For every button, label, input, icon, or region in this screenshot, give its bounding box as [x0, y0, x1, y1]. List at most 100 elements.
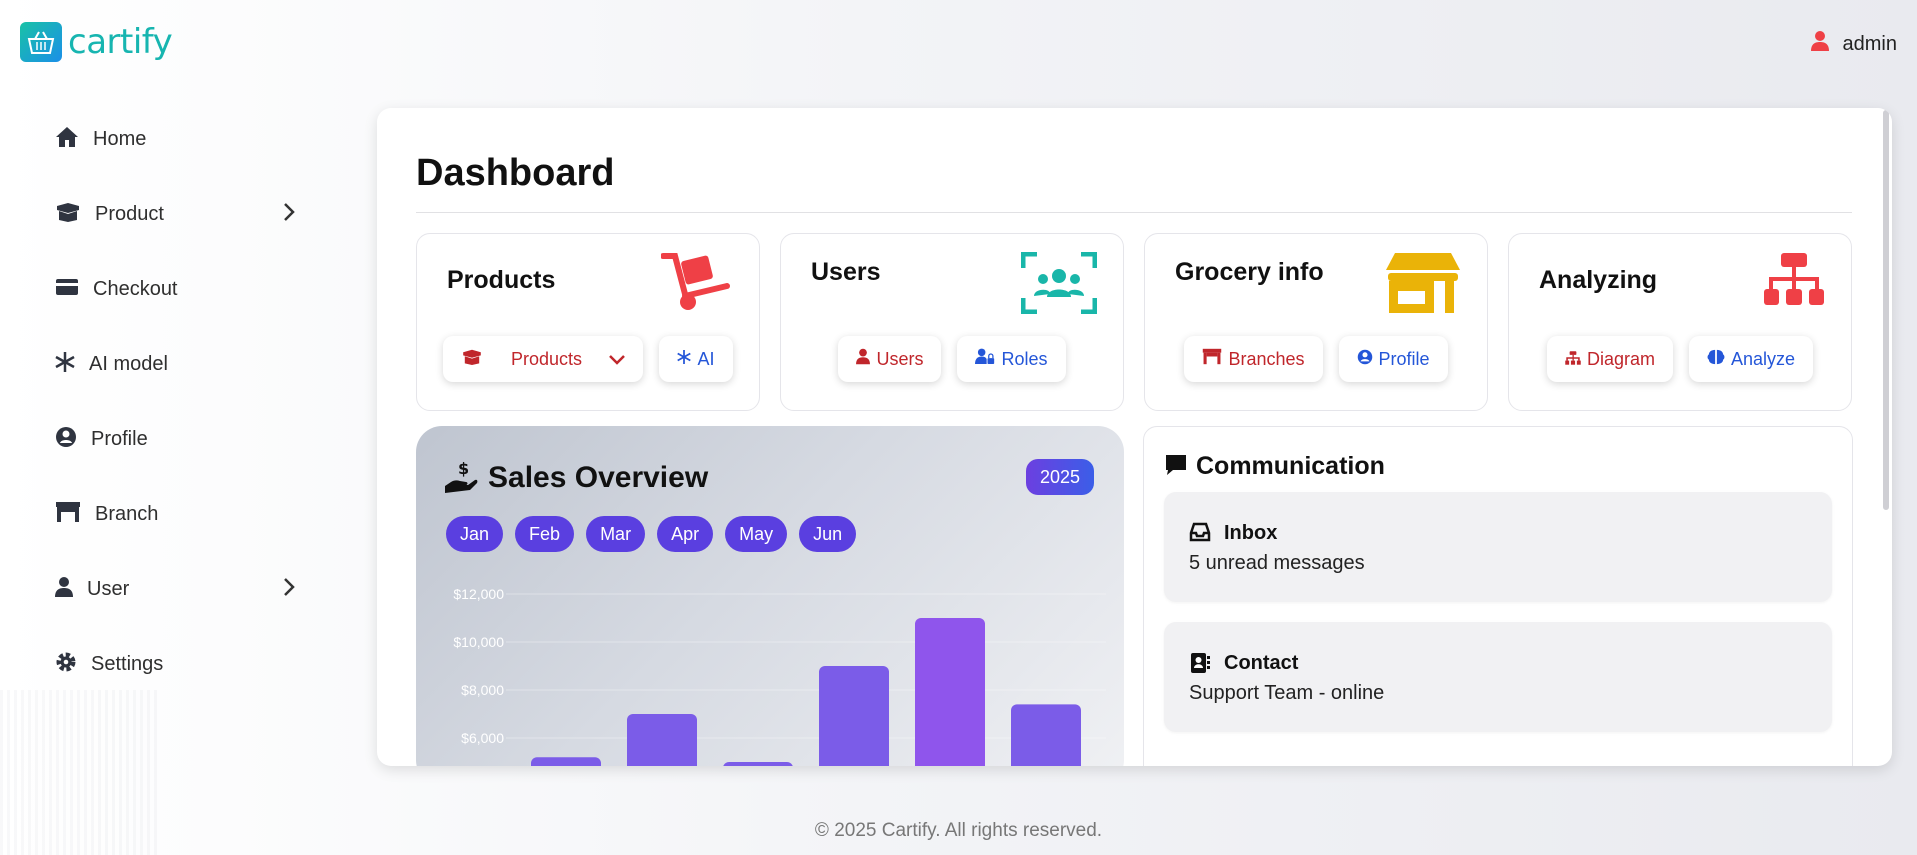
- card-title: Inbox: [1224, 522, 1278, 544]
- sidebar-item-label: Settings: [91, 653, 164, 675]
- chevron-right-icon[interactable]: [283, 202, 295, 228]
- box-icon: [461, 349, 483, 370]
- analyze-button[interactable]: Analyze: [1688, 336, 1814, 382]
- button-label: Users: [876, 348, 924, 369]
- home-icon: [55, 126, 79, 154]
- user-circle-icon: [1357, 349, 1373, 370]
- chart-bar[interactable]: [915, 618, 985, 766]
- communication-title: Communication: [1196, 452, 1385, 480]
- page-title: Dashboard: [416, 152, 615, 194]
- sidebar-item-label: Branch: [95, 503, 159, 525]
- products-tile: Products Products AI: [416, 233, 760, 411]
- svg-text:$: $: [458, 460, 469, 478]
- y-tick-label: $6,000: [461, 730, 504, 746]
- tile-title: Products: [447, 266, 556, 294]
- communication-panel: Communication Inbox 5 unread messages Co…: [1143, 426, 1853, 766]
- user-lock-icon: [975, 348, 995, 370]
- products-dropdown-button[interactable]: Products: [443, 336, 644, 382]
- ai-button[interactable]: AI: [659, 336, 733, 382]
- sidebar-item-home[interactable]: Home: [55, 102, 305, 177]
- snowflake-icon: [55, 351, 75, 379]
- button-label: Roles: [1001, 348, 1048, 369]
- month-chip[interactable]: Jan: [446, 516, 504, 552]
- chevron-down-icon: [609, 349, 626, 370]
- comment-icon: [1164, 453, 1188, 482]
- month-chip[interactable]: Apr: [657, 516, 714, 552]
- user-circle-icon: [55, 426, 77, 454]
- user-menu[interactable]: admin: [1810, 30, 1897, 58]
- shop-icon: [1385, 252, 1461, 319]
- contact-card[interactable]: Contact Support Team - online: [1164, 622, 1832, 732]
- month-chip[interactable]: Jun: [799, 516, 857, 552]
- sidebar-item-user[interactable]: User: [55, 552, 305, 627]
- app-logo[interactable]: cartify: [20, 22, 173, 62]
- month-chip[interactable]: May: [725, 516, 788, 552]
- y-tick-label: $10,000: [453, 634, 504, 650]
- sidebar-item-profile[interactable]: Profile: [55, 402, 305, 477]
- button-label: Profile: [1378, 348, 1430, 369]
- sidebar-item-settings[interactable]: Settings: [55, 627, 305, 702]
- divider: [416, 212, 1852, 213]
- user-icon: [1810, 30, 1829, 58]
- hand-truck-icon: [660, 252, 733, 319]
- address-book-icon: [1189, 652, 1211, 679]
- card-title: Contact: [1224, 652, 1299, 674]
- sales-bar-chart: $12,000 $10,000 $8,000 $6,000: [453, 586, 1106, 766]
- gear-icon: [55, 651, 77, 679]
- users-button[interactable]: Users: [838, 336, 942, 382]
- sales-overview-card: $ Sales Overview 2025 Jan Feb Mar Apr Ma…: [416, 426, 1124, 766]
- sidebar-item-ai-model[interactable]: AI model: [55, 327, 305, 402]
- diagram-button[interactable]: Diagram: [1546, 336, 1673, 382]
- brain-icon: [1707, 349, 1725, 370]
- user-icon: [55, 576, 73, 604]
- store-icon: [55, 501, 81, 529]
- chart-bar[interactable]: [627, 714, 697, 766]
- sidebar-item-label: Product: [95, 203, 164, 225]
- tile-title: Analyzing: [1539, 266, 1658, 294]
- month-chip[interactable]: Mar: [586, 516, 646, 552]
- hand-dollar-icon: $: [444, 459, 478, 499]
- branches-button[interactable]: Branches: [1184, 336, 1323, 382]
- sidebar-item-label: Profile: [91, 428, 148, 450]
- button-label: Branches: [1228, 348, 1305, 369]
- chart-bar[interactable]: [819, 666, 889, 766]
- footer: © 2025 Cartify. All rights reserved.: [814, 820, 1103, 841]
- y-tick-label: $8,000: [461, 682, 504, 698]
- sidebar-item-branch[interactable]: Branch: [55, 477, 305, 552]
- card-subtitle: Support Team - online: [1189, 682, 1385, 704]
- user-icon: [856, 348, 871, 370]
- inbox-card[interactable]: Inbox 5 unread messages: [1164, 492, 1832, 602]
- card-subtitle: 5 unread messages: [1189, 552, 1365, 574]
- button-label: Diagram: [1586, 348, 1655, 369]
- sidebar-item-checkout[interactable]: Checkout: [55, 252, 305, 327]
- sidebar-item-label: Home: [93, 128, 147, 150]
- button-label: AI: [697, 348, 715, 369]
- grocery-info-tile: Grocery info Branches Profile: [1144, 233, 1488, 411]
- box-icon: [55, 202, 81, 228]
- roles-button[interactable]: Roles: [957, 336, 1066, 382]
- button-label: Products: [510, 348, 582, 369]
- sitemap-icon: [1565, 349, 1581, 370]
- year-badge[interactable]: 2025: [1025, 459, 1094, 495]
- chart-bar[interactable]: [723, 762, 793, 766]
- sidebar-item-label: AI model: [89, 353, 168, 375]
- scrollbar[interactable]: [1883, 110, 1889, 510]
- sidebar-item-label: User: [87, 578, 130, 600]
- profile-button[interactable]: Profile: [1338, 336, 1448, 382]
- user-name: admin: [1842, 32, 1897, 55]
- button-label: Analyze: [1730, 348, 1796, 369]
- sidebar-item-label: Checkout: [93, 278, 178, 300]
- month-chip[interactable]: Feb: [515, 516, 575, 552]
- sidebar-item-product[interactable]: Product: [55, 177, 305, 252]
- chevron-right-icon[interactable]: [283, 577, 295, 603]
- snowflake-icon: [677, 349, 692, 370]
- credit-card-icon: [55, 277, 79, 303]
- chart-bar[interactable]: [1011, 704, 1081, 766]
- users-tile: Users Users Roles: [780, 233, 1124, 411]
- chart-bar[interactable]: [531, 757, 601, 766]
- sitemap-icon: [1763, 252, 1825, 311]
- tile-title: Users: [811, 258, 881, 286]
- tile-title: Grocery info: [1175, 258, 1324, 286]
- users-scan-icon: [1020, 251, 1098, 319]
- dashboard-panel: Dashboard Products Products AI Users Use…: [377, 108, 1892, 766]
